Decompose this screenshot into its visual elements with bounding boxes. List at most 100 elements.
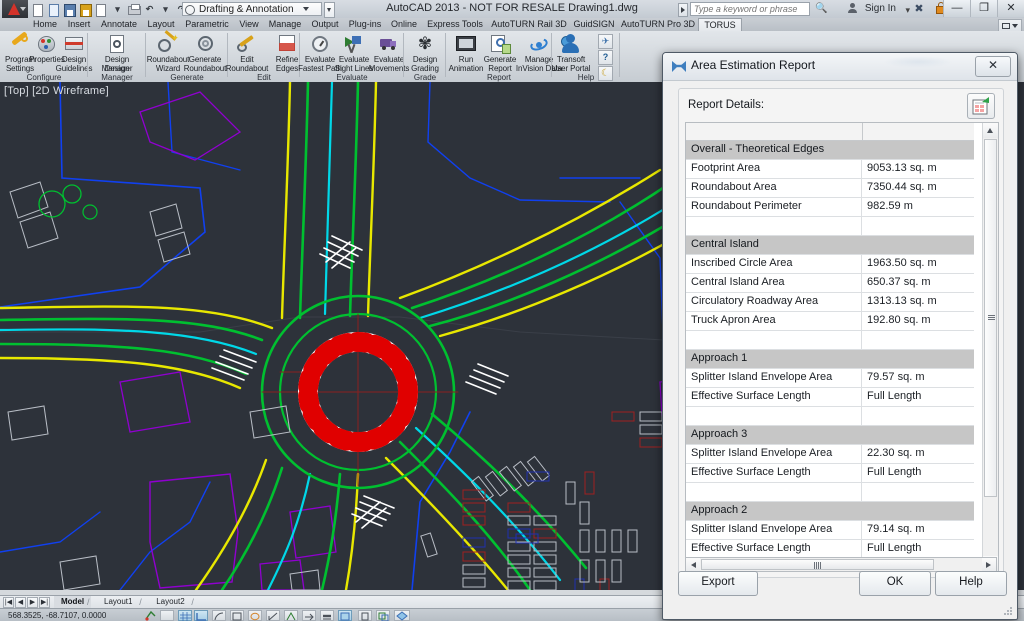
snap-mode-button[interactable]: [160, 610, 174, 621]
export-to-excel-button[interactable]: [967, 93, 995, 119]
table-cell-label: [686, 217, 862, 235]
column-header-name: [686, 123, 863, 140]
close-button[interactable]: ✕: [997, 0, 1024, 17]
restore-button[interactable]: ❐: [970, 0, 997, 17]
table-row[interactable]: Effective Surface Length Full Length: [686, 388, 974, 407]
ribbon-button-generate-roundabout[interactable]: Generate Roundabout: [182, 33, 228, 73]
sign-in-dropdown-icon[interactable]: ▾: [905, 5, 910, 16]
ribbon-tab-output[interactable]: Output: [306, 18, 344, 31]
dynamic-ucs-button[interactable]: [284, 610, 298, 621]
table-cell-label: Truck Apron Area: [686, 312, 862, 330]
layout-tab-layout2[interactable]: Layout2: [149, 596, 191, 608]
ribbon-tab-annotate[interactable]: Annotate: [96, 18, 142, 31]
title-bar: ▾ ↶ ▾ ↷ ▾ Drafting & Annotation AutoCAD …: [0, 0, 1024, 19]
table-row[interactable]: Footprint Area 9053.13 sq. m: [686, 160, 974, 179]
ribbon-tab-autoturn-pro-3d[interactable]: AutoTURN Pro 3D: [618, 18, 698, 31]
table-cell-value: 1313.13 sq. m: [867, 295, 937, 307]
ribbon-tab-autoturn-rail-3d[interactable]: AutoTURN Rail 3D: [488, 18, 570, 31]
ribbon-tab-online[interactable]: Online: [386, 18, 422, 31]
dialog-close-button[interactable]: ✕: [975, 56, 1011, 77]
table-row[interactable]: Roundabout Perimeter 982.59 m: [686, 198, 974, 217]
ribbon-tab-guidsign[interactable]: GuidSIGN: [570, 18, 618, 31]
ortho-mode-button[interactable]: [194, 610, 208, 621]
resize-grip[interactable]: [1004, 607, 1013, 616]
search-icon[interactable]: 🔍: [815, 3, 828, 14]
table-row[interactable]: Splitter Island Envelope Area 79.14 sq. m: [686, 521, 974, 540]
panel-divider: [619, 33, 620, 77]
sign-in-button[interactable]: Sign In: [865, 2, 896, 16]
report-details-label: Report Details:: [688, 99, 765, 111]
table-row[interactable]: Roundabout Area 7350.44 sq. m: [686, 179, 974, 198]
dialog-title-bar[interactable]: Area Estimation Report ✕: [663, 53, 1017, 81]
coordinate-readout[interactable]: 568.3525, -68.7107, 0.0000: [8, 610, 106, 621]
panel-title: Evaluate: [336, 73, 368, 82]
ribbon-tab-torus[interactable]: TORUS: [698, 18, 742, 31]
quick-properties-button[interactable]: [358, 610, 372, 621]
dialog-footer: Export OK Help: [663, 557, 1017, 619]
layout-nav-button-0[interactable]: |◀: [3, 597, 14, 608]
panel-help: Transoft User Portal ✈ ? ☾ Help: [552, 31, 620, 82]
help-button[interactable]: Help: [935, 571, 1007, 596]
table-row[interactable]: Splitter Island Envelope Area 79.57 sq. m: [686, 369, 974, 388]
object-snap-tracking-button[interactable]: [266, 610, 280, 621]
table-row[interactable]: Truck Apron Area 192.80 sq. m: [686, 312, 974, 331]
polar-tracking-button[interactable]: [212, 610, 226, 621]
object-snap-button[interactable]: [230, 610, 244, 621]
table-row[interactable]: [686, 483, 974, 502]
layout-nav-button-3[interactable]: ▶|: [39, 597, 50, 608]
account-icon[interactable]: [847, 3, 858, 14]
table-section-row[interactable]: Approach 1: [686, 350, 974, 369]
vertical-scroll-thumb[interactable]: [984, 139, 997, 497]
ribbon-button-transoft-user-portal[interactable]: Transoft User Portal: [548, 33, 594, 73]
table-row[interactable]: Circulatory Roadway Area 1313.13 sq. m: [686, 293, 974, 312]
table-section-row[interactable]: Central Island: [686, 236, 974, 255]
ribbon-tab-parametric[interactable]: Parametric: [180, 18, 234, 31]
table-cell-label: Footprint Area: [686, 160, 862, 178]
ribbon-tab-insert[interactable]: Insert: [62, 18, 96, 31]
ribbon-tab-express-tools[interactable]: Express Tools: [422, 18, 488, 31]
ribbon-tab-home[interactable]: Home: [28, 18, 62, 31]
export-button[interactable]: Export: [678, 571, 758, 596]
infer-constraints-icon[interactable]: [144, 610, 158, 621]
table-row[interactable]: [686, 217, 974, 236]
table-row[interactable]: Splitter Island Envelope Area 22.30 sq. m: [686, 445, 974, 464]
table-section-row[interactable]: Approach 2: [686, 502, 974, 521]
grid-display-button[interactable]: [178, 610, 192, 621]
table-row[interactable]: Effective Surface Length Full Length: [686, 464, 974, 483]
table-vertical-scrollbar[interactable]: [982, 123, 998, 571]
ribbon-tab-view[interactable]: View: [234, 18, 264, 31]
report-table[interactable]: Overall - Theoretical Edges Footprint Are…: [685, 122, 999, 572]
table-row[interactable]: Inscribed Circle Area 1963.50 sq. m: [686, 255, 974, 274]
evaluate-movements-icon: [378, 33, 400, 55]
table-section-row[interactable]: Overall - Theoretical Edges: [686, 141, 974, 160]
layout-nav-button-1[interactable]: ◀: [15, 597, 26, 608]
search-dropdown-icon[interactable]: [678, 3, 688, 17]
ribbon-tab-plug-ins[interactable]: Plug-ins: [344, 18, 386, 31]
selection-cycling-button[interactable]: [376, 610, 390, 621]
help-topics-icon[interactable]: ?: [598, 50, 613, 65]
ok-button[interactable]: OK: [859, 571, 931, 596]
exchange-apps-icon[interactable]: ✖: [912, 2, 926, 16]
layout-tab-model[interactable]: Model: [54, 596, 92, 608]
table-row[interactable]: Central Island Area 650.37 sq. m: [686, 274, 974, 293]
dynamic-input-button[interactable]: [302, 610, 316, 621]
ribbon-tab-manage[interactable]: Manage: [264, 18, 306, 31]
layout-tab-layout1[interactable]: Layout1: [97, 596, 139, 608]
transparency-button[interactable]: [338, 610, 352, 621]
ribbon-tab-layout[interactable]: Layout: [142, 18, 180, 31]
annotation-monitor-button[interactable]: [394, 610, 410, 621]
table-row[interactable]: [686, 331, 974, 350]
run-animation-icon: [455, 33, 477, 55]
layout-nav-button-2[interactable]: ▶: [27, 597, 38, 608]
lineweight-button[interactable]: [320, 610, 334, 621]
3d-object-snap-button[interactable]: [248, 610, 262, 621]
scroll-up-icon[interactable]: [983, 123, 998, 138]
table-row[interactable]: [686, 407, 974, 426]
search-input[interactable]: [690, 2, 810, 16]
table-section-row[interactable]: Approach 3: [686, 426, 974, 445]
send-feedback-icon[interactable]: ✈: [598, 34, 613, 49]
ribbon-button-design-grading[interactable]: ✾ Design Grading: [402, 33, 448, 73]
table-cell-label: Overall - Theoretical Edges: [691, 143, 825, 155]
table-cell-value: [862, 217, 974, 235]
minimize-button[interactable]: —: [943, 0, 970, 17]
